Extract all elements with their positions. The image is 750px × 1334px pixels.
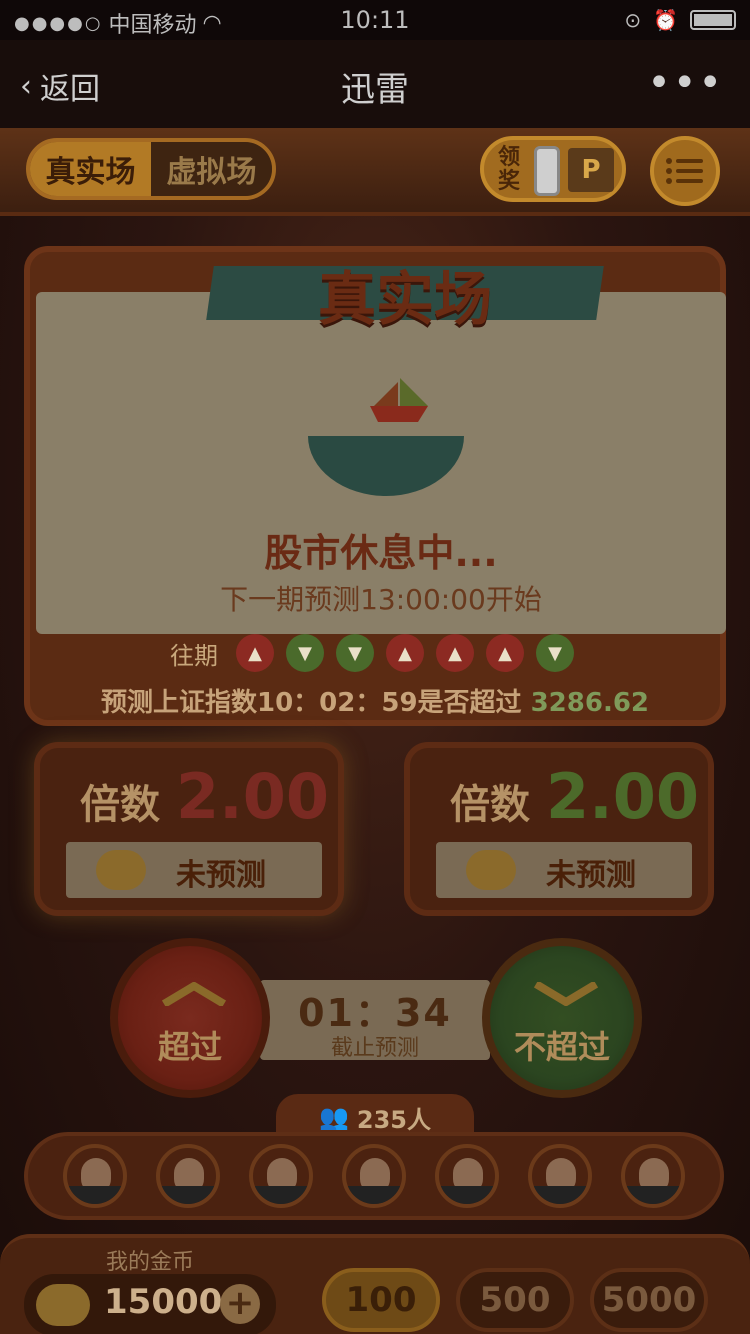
player-avatar[interactable] bbox=[435, 1144, 500, 1208]
multiplier-label: 倍数 bbox=[450, 782, 530, 828]
avatar-body bbox=[252, 1186, 309, 1204]
history-up-icon: ▲ bbox=[386, 634, 424, 672]
avatar-body bbox=[159, 1186, 216, 1204]
prediction-status-up: 未预测 bbox=[176, 858, 266, 893]
player-avatar[interactable] bbox=[621, 1144, 686, 1208]
alarm-icon: ⏰ bbox=[653, 8, 678, 32]
predict-down-button[interactable]: 不超过 bbox=[482, 938, 642, 1098]
menu-button[interactable] bbox=[650, 136, 720, 206]
player-avatars bbox=[24, 1132, 724, 1220]
history-list: ▲ ▼ ▼ ▲ ▲ ▲ ▼ bbox=[236, 634, 574, 672]
history-row: 往期 ▲ ▼ ▼ ▲ ▲ ▲ ▼ bbox=[170, 634, 574, 672]
boat-icon bbox=[308, 378, 464, 496]
market-status: 股市休息中... bbox=[264, 531, 498, 575]
phone-prize-icon bbox=[534, 146, 560, 196]
multiplier-card-up: 倍数 2.00 未预测 bbox=[34, 742, 344, 916]
player-count-value: 235人 bbox=[356, 1105, 431, 1134]
tab-virtual-arena[interactable]: 虚拟场 bbox=[151, 142, 272, 196]
add-coins-button[interactable]: + bbox=[220, 1284, 260, 1324]
history-up-icon: ▲ bbox=[436, 634, 474, 672]
predict-up-label: 超过 bbox=[157, 1028, 222, 1066]
player-avatar[interactable] bbox=[528, 1144, 593, 1208]
avatar-body bbox=[345, 1186, 402, 1204]
history-down-icon: ▼ bbox=[336, 634, 374, 672]
title-banner: 真实场 bbox=[206, 252, 604, 334]
prediction-value: 3286.62 bbox=[530, 688, 650, 718]
avatar-body bbox=[625, 1186, 682, 1204]
history-label: 往期 bbox=[170, 641, 218, 670]
bet-option-5000[interactable]: 5000 bbox=[590, 1268, 708, 1332]
game-area: 真实场 虚拟场 领奖 P 股市休息中... 下一期预测13:00:00开始 真实… bbox=[0, 128, 750, 1334]
paper-board: 股市休息中... 下一期预测13:00:00开始 bbox=[36, 292, 726, 634]
coin-balance: 15000 bbox=[104, 1282, 223, 1322]
chevron-down-icon bbox=[534, 982, 598, 1006]
player-avatar[interactable] bbox=[62, 1144, 127, 1208]
page-title: 迅雷 bbox=[341, 70, 409, 110]
history-down-icon: ▼ bbox=[286, 634, 324, 672]
history-down-icon: ▼ bbox=[536, 634, 574, 672]
bet-option-500[interactable]: 500 bbox=[456, 1268, 574, 1332]
battery-icon bbox=[690, 10, 736, 30]
coin-icon bbox=[96, 850, 146, 890]
bet-option-100[interactable]: 100 bbox=[322, 1268, 440, 1332]
countdown-timer: 01：34 bbox=[298, 991, 452, 1035]
list-menu-icon bbox=[666, 158, 703, 184]
multiplier-card-down: 倍数 2.00 未预测 bbox=[404, 742, 714, 916]
prediction-status-strip: 未预测 bbox=[66, 842, 322, 898]
player-avatar[interactable] bbox=[341, 1144, 406, 1208]
avatar-body bbox=[532, 1186, 589, 1204]
prediction-prefix: 预测上证指数10：02：59是否超过 bbox=[100, 688, 522, 718]
tab-real-arena[interactable]: 真实场 bbox=[30, 142, 151, 196]
game-top-bar: 真实场 虚拟场 领奖 P bbox=[0, 128, 750, 216]
history-up-icon: ▲ bbox=[486, 634, 524, 672]
status-right: ⊙ ⏰ bbox=[624, 8, 736, 32]
multiplier-label: 倍数 bbox=[80, 782, 160, 828]
history-up-icon: ▲ bbox=[236, 634, 274, 672]
avatar-body bbox=[439, 1186, 496, 1204]
multiplier-value-down: 2.00 bbox=[546, 760, 699, 833]
my-coins: 15000 + bbox=[24, 1274, 276, 1334]
predict-up-button[interactable]: 超过 bbox=[110, 938, 270, 1098]
award-label: 领奖 bbox=[498, 145, 521, 194]
status-bar: ●●●●○ 中国移动 ◠ 10:11 ⊙ ⏰ bbox=[0, 0, 750, 40]
coin-icon bbox=[36, 1284, 90, 1326]
wallet-bar: 我的金币 15000 + 100 500 5000 bbox=[0, 1234, 750, 1334]
predict-down-label: 不超过 bbox=[513, 1028, 610, 1066]
more-button[interactable]: ••• bbox=[647, 60, 724, 106]
arena-switch: 真实场 虚拟场 bbox=[26, 138, 276, 200]
award-button[interactable]: 领奖 P bbox=[480, 136, 626, 202]
banner-title: 真实场 bbox=[317, 265, 492, 333]
chevron-up-icon bbox=[162, 982, 226, 1006]
player-avatar[interactable] bbox=[155, 1144, 220, 1208]
coin-icon bbox=[466, 850, 516, 890]
nav-bar: ‹ 返回 迅雷 ••• bbox=[0, 40, 750, 128]
countdown-box: 01：34 截止预测 bbox=[260, 980, 490, 1061]
prediction-question: 预测上证指数10：02：59是否超过 3286.62 bbox=[30, 682, 720, 719]
my-coins-label: 我的金币 bbox=[106, 1250, 195, 1275]
prediction-status-strip: 未预测 bbox=[436, 842, 692, 898]
prize-card-icon: P bbox=[568, 148, 614, 192]
next-period-text: 下一期预测13:00:00开始 bbox=[220, 583, 542, 616]
people-icon: 👥 bbox=[319, 1103, 349, 1131]
avatar-body bbox=[66, 1186, 123, 1204]
prediction-status-down: 未预测 bbox=[546, 858, 636, 893]
main-panel: 股市休息中... 下一期预测13:00:00开始 真实场 往期 ▲ ▼ ▼ ▲ ▲ ▲ ▼ … bbox=[24, 246, 726, 726]
countdown-label: 截止预测 bbox=[330, 1036, 419, 1061]
rotation-lock-icon: ⊙ bbox=[624, 8, 642, 32]
player-avatar[interactable] bbox=[248, 1144, 313, 1208]
multiplier-value-up: 2.00 bbox=[176, 760, 329, 833]
